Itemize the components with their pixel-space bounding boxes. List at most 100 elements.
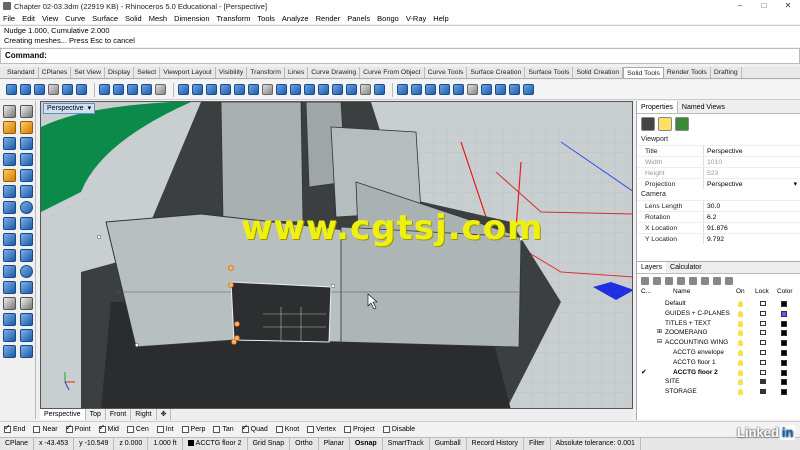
- status-toggle-record-history[interactable]: Record History: [467, 438, 524, 450]
- shell-icon[interactable]: [234, 84, 245, 95]
- filter-icon[interactable]: [701, 277, 709, 285]
- osnap-checkbox[interactable]: [33, 426, 41, 433]
- viewport-tab-right[interactable]: Right: [131, 409, 157, 420]
- toolbar-tab-cplanes[interactable]: CPlanes: [39, 67, 72, 78]
- menu-file[interactable]: File: [3, 14, 15, 23]
- osnap-checkbox[interactable]: [65, 423, 73, 433]
- osnap-checkbox[interactable]: [307, 426, 315, 433]
- box-icon[interactable]: [3, 201, 16, 214]
- layer-color-swatch[interactable]: [781, 369, 787, 376]
- menu-solid[interactable]: Solid: [125, 14, 142, 23]
- toolbar-tab-standard[interactable]: Standard: [4, 67, 39, 78]
- layer-row[interactable]: TITLES + TEXT: [637, 319, 800, 329]
- toolbar-tab-visibility[interactable]: Visibility: [216, 67, 248, 78]
- lock-open-icon[interactable]: [760, 340, 766, 346]
- collapse-icon[interactable]: ⊟: [657, 338, 662, 348]
- current-layer[interactable]: ACCTG floor 2: [183, 438, 248, 450]
- property-value[interactable]: 91.876: [703, 223, 800, 233]
- perspective-viewport[interactable]: Perspective ▾ www.cgtsj.com: [40, 101, 633, 409]
- light-icon[interactable]: [658, 117, 672, 131]
- layer-color-swatch[interactable]: [781, 330, 787, 337]
- menu-curve[interactable]: Curve: [65, 14, 85, 23]
- pipe-icon[interactable]: [76, 84, 87, 95]
- toolbar-tab-curve-tools[interactable]: Curve Tools: [425, 67, 468, 78]
- osnap-tan[interactable]: Tan: [213, 426, 234, 433]
- osnap-checkbox[interactable]: [126, 426, 134, 433]
- rotate-hole-icon[interactable]: [332, 84, 343, 95]
- select-arrow-icon[interactable]: [3, 105, 16, 118]
- menu-analyze[interactable]: Analyze: [282, 14, 309, 23]
- osnap-point[interactable]: Point: [65, 423, 91, 433]
- menu-mesh[interactable]: Mesh: [149, 14, 167, 23]
- osnap-quad[interactable]: Quad: [241, 423, 268, 433]
- dimension-icon[interactable]: [20, 329, 33, 342]
- layer-row[interactable]: Default: [637, 299, 800, 309]
- extrude-icon[interactable]: [20, 185, 33, 198]
- layer-row[interactable]: SITE: [637, 377, 800, 387]
- boolean-union-icon[interactable]: [113, 84, 124, 95]
- command-prompt[interactable]: Command:: [0, 48, 800, 64]
- circle-icon[interactable]: [3, 137, 16, 150]
- cap-icon[interactable]: [206, 84, 217, 95]
- close-icon[interactable]: ✕: [776, 0, 800, 12]
- torus-icon[interactable]: [62, 84, 73, 95]
- viewport-tab-front[interactable]: Front: [106, 409, 132, 420]
- layer-color-swatch[interactable]: [781, 340, 787, 347]
- status-toggle-gumball[interactable]: Gumball: [430, 438, 467, 450]
- layer-on-bulb-icon[interactable]: [738, 330, 743, 337]
- chevron-down-icon[interactable]: ▾: [88, 105, 92, 112]
- toolbar-tab-viewport-layout[interactable]: Viewport Layout: [160, 67, 216, 78]
- sphere-icon[interactable]: [20, 201, 33, 214]
- offset-curve-icon[interactable]: [20, 169, 33, 182]
- osnap-knot[interactable]: Knot: [275, 426, 299, 433]
- viewport-tab-top[interactable]: Top: [86, 409, 106, 420]
- split-face-icon[interactable]: [276, 84, 287, 95]
- panel-tab-properties[interactable]: Properties: [637, 101, 678, 113]
- box-icon[interactable]: [6, 84, 17, 95]
- move-edge-icon[interactable]: [262, 84, 273, 95]
- lock-open-icon[interactable]: [760, 301, 766, 306]
- edge-tools-icon[interactable]: [425, 84, 436, 95]
- text-icon[interactable]: [481, 84, 492, 95]
- group-icon[interactable]: [3, 329, 16, 342]
- delete-layer-icon[interactable]: [665, 277, 673, 285]
- toolbar-tab-set-view[interactable]: Set View: [71, 67, 105, 78]
- layer-on-bulb-icon[interactable]: [738, 379, 743, 386]
- surface-icon[interactable]: [3, 185, 16, 198]
- osnap-checkbox[interactable]: [382, 426, 390, 433]
- panel-tab-named-views[interactable]: Named Views: [678, 101, 729, 113]
- lock-open-icon[interactable]: [760, 330, 766, 336]
- osnap-mid[interactable]: Mid: [98, 423, 119, 433]
- osnap-checkbox[interactable]: [4, 423, 11, 433]
- maximize-icon[interactable]: □: [752, 0, 776, 12]
- place-hole-icon[interactable]: [318, 84, 329, 95]
- make-hole-icon[interactable]: [304, 84, 315, 95]
- osnap-checkbox[interactable]: [213, 426, 221, 433]
- toolbar-tab-drafting[interactable]: Drafting: [711, 67, 742, 78]
- fold-face-icon[interactable]: [290, 84, 301, 95]
- cylinder-icon[interactable]: [3, 217, 16, 230]
- toolbar-tab-transform[interactable]: Transform: [247, 67, 285, 78]
- rectangle-icon[interactable]: [3, 153, 16, 166]
- toolbar-tab-surface-tools[interactable]: Surface Tools: [525, 67, 574, 78]
- layer-color-swatch[interactable]: [781, 389, 787, 396]
- osnap-checkbox[interactable]: [241, 423, 249, 433]
- extract-surface-icon[interactable]: [220, 84, 231, 95]
- layer-row[interactable]: GUIDES + C-PLANES: [637, 309, 800, 319]
- explode-icon[interactable]: [20, 313, 33, 326]
- lock-open-icon[interactable]: [760, 320, 766, 326]
- layer-on-bulb-icon[interactable]: [738, 320, 743, 327]
- status-toggle-osnap[interactable]: Osnap: [350, 438, 383, 450]
- new-layer-icon[interactable]: [641, 277, 649, 285]
- osnap-vertex[interactable]: Vertex: [307, 426, 336, 433]
- help-icon[interactable]: [725, 277, 733, 285]
- osnap-cen[interactable]: Cen: [126, 426, 149, 433]
- layer-color-swatch[interactable]: [781, 349, 787, 356]
- osnap-disable[interactable]: Disable: [382, 426, 415, 433]
- osnap-checkbox[interactable]: [344, 426, 352, 433]
- menu-tools[interactable]: Tools: [257, 14, 275, 23]
- layer-color-swatch[interactable]: [781, 379, 787, 386]
- toolbar-tab-solid-tools[interactable]: Solid Tools: [623, 67, 664, 78]
- cplane-label[interactable]: CPlane: [0, 438, 34, 450]
- lock-closed-icon[interactable]: [760, 389, 766, 395]
